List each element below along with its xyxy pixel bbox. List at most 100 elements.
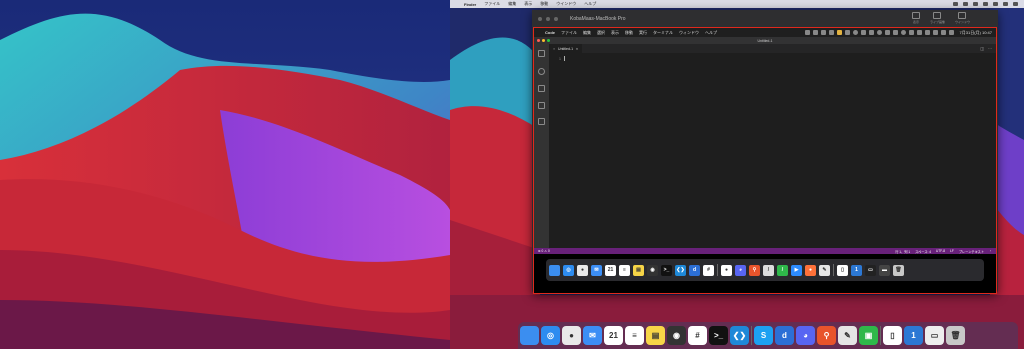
encoding[interactable]: UTF-8 — [936, 249, 945, 254]
dock-mail-icon[interactable]: ✉ — [591, 264, 602, 276]
dock-terminal-icon[interactable]: >_ — [709, 326, 728, 345]
wifi-icon[interactable] — [1003, 2, 1008, 6]
run-debug-icon[interactable] — [538, 102, 545, 109]
status-icon[interactable] — [804, 30, 810, 35]
status-icon[interactable] — [876, 30, 882, 35]
menu-help[interactable]: ヘルプ — [705, 30, 717, 36]
dock-reminders-icon[interactable]: ≡ — [625, 326, 644, 345]
status-icon[interactable] — [916, 30, 922, 35]
warning-icon[interactable] — [836, 30, 842, 35]
tab-close-icon[interactable]: × — [576, 47, 578, 51]
bell-icon[interactable]: ◔ — [989, 249, 991, 254]
tab-untitled-1[interactable]: ≡ Untitled-1 × — [549, 44, 583, 53]
close-window-button[interactable] — [538, 16, 542, 21]
language-mode[interactable]: プレーンテキスト — [959, 249, 984, 254]
status-icon[interactable] — [884, 30, 890, 35]
split-editor-icon[interactable]: ◫ — [980, 46, 984, 51]
dock-activity-icon[interactable]: ◉ — [667, 326, 686, 345]
window-tool-button[interactable]: ウインドウ — [955, 12, 970, 24]
source-control-icon[interactable] — [538, 85, 545, 92]
dock-trash-icon[interactable]: 🗑 — [893, 264, 904, 276]
line-ending[interactable]: LF — [950, 249, 954, 254]
dock-one-pass-icon[interactable]: 1 — [851, 264, 862, 276]
status-icon[interactable] — [908, 30, 914, 35]
status-icon[interactable] — [868, 30, 874, 35]
status-icon[interactable] — [892, 30, 898, 35]
dock-reminders-icon[interactable]: ≡ — [619, 264, 630, 276]
indentation[interactable]: スペース: 4 — [915, 249, 931, 254]
menu-edit[interactable]: 編集 — [508, 1, 516, 7]
status-icon[interactable] — [953, 2, 958, 6]
wifi-icon[interactable] — [932, 30, 938, 35]
status-icon[interactable] — [828, 30, 834, 35]
dock-display-icon[interactable]: ▭ — [925, 326, 944, 345]
dock-screen-icon[interactable]: ▬ — [879, 264, 890, 276]
dock-sourcetree-icon[interactable]: ⚲ — [817, 326, 836, 345]
live-image-tool-button[interactable]: ライブ画像 — [930, 12, 945, 24]
menu-file[interactable]: ファイル — [484, 1, 500, 7]
dock-one-pass-icon[interactable]: 1 — [904, 326, 923, 345]
dock-vscode-icon[interactable]: ❮❯ — [730, 326, 749, 345]
menu-file[interactable]: ファイル — [561, 30, 577, 36]
dock-safari-icon[interactable]: ◎ — [563, 264, 574, 276]
dock-sourcetree-icon[interactable]: ⚲ — [749, 264, 760, 276]
status-icon[interactable] — [844, 30, 850, 35]
remote-screen[interactable]: Code ファイル 編集 選択 表示 移動 実行 ターミナル ウィンドウ ヘルプ — [533, 27, 997, 294]
status-icon[interactable] — [983, 2, 988, 6]
status-icon[interactable] — [852, 30, 858, 35]
status-icon[interactable] — [924, 30, 930, 35]
menu-go[interactable]: 移動 — [625, 30, 633, 36]
dock-activity-icon[interactable]: ◉ — [647, 264, 658, 276]
dock-dict-icon[interactable]: d — [775, 326, 794, 345]
status-icon[interactable] — [963, 2, 968, 6]
control-center-icon[interactable] — [948, 30, 954, 35]
dock-finder-icon[interactable] — [520, 326, 539, 345]
dock-zoom-icon[interactable]: ▶ — [791, 264, 802, 276]
dock-chrome-icon[interactable]: ● — [577, 264, 588, 276]
menubar-clock[interactable]: 7月31日(月) 10:47 — [960, 30, 992, 36]
menu-terminal[interactable]: ターミナル — [653, 30, 673, 36]
view-tool-button[interactable]: 表示 — [911, 12, 920, 24]
dock-bee-icon[interactable]: ● — [721, 264, 732, 276]
menu-run[interactable]: 実行 — [639, 30, 647, 36]
search-icon[interactable] — [940, 30, 946, 35]
more-actions-icon[interactable]: ⋯ — [988, 46, 992, 51]
dock-scripts-icon[interactable]: ✎ — [819, 264, 830, 276]
dock-doc-icon[interactable]: ▯ — [883, 326, 902, 345]
problems-indicator[interactable]: ⊗ 0 ⚠ 0 — [538, 249, 550, 253]
dock-display-icon[interactable]: ▭ — [865, 264, 876, 276]
status-icon[interactable] — [993, 2, 998, 6]
dock-pen-icon[interactable]: / — [763, 264, 774, 276]
cursor-position[interactable]: 行 1、列 1 — [895, 249, 910, 254]
dock-green-app-icon[interactable]: ▣ — [859, 326, 878, 345]
search-icon[interactable] — [538, 68, 545, 75]
control-center-icon[interactable] — [1013, 2, 1018, 6]
dock-mail-icon[interactable]: ✉ — [583, 326, 602, 345]
dock-terminal-icon[interactable]: >_ — [661, 264, 672, 276]
dock-green-app-icon[interactable]: / — [777, 264, 788, 276]
zoom-window-button[interactable] — [554, 16, 558, 21]
dock-discord-icon[interactable]: ◕ — [796, 326, 815, 345]
extensions-icon[interactable] — [538, 118, 545, 125]
menu-finder[interactable]: Finder — [464, 2, 476, 7]
menu-view[interactable]: 表示 — [524, 1, 532, 7]
dock-discord-icon[interactable]: ◕ — [735, 264, 746, 276]
dock-safari-icon[interactable]: ◎ — [541, 326, 560, 345]
menu-help[interactable]: ヘルプ — [584, 1, 596, 7]
dock-dict-icon[interactable]: d — [689, 264, 700, 276]
status-icon[interactable] — [820, 30, 826, 35]
status-icon[interactable] — [812, 30, 818, 35]
dock-scripts-icon[interactable]: ✎ — [838, 326, 857, 345]
dock-vscode-icon[interactable]: ❮❯ — [675, 264, 686, 276]
status-icon[interactable] — [973, 2, 978, 6]
status-icon[interactable] — [860, 30, 866, 35]
dock-skype-icon[interactable]: S — [754, 326, 773, 345]
dock-notes-icon[interactable]: ▤ — [646, 326, 665, 345]
menu-window[interactable]: ウィンドウ — [679, 30, 699, 36]
files-icon[interactable] — [538, 50, 545, 57]
dock-trash-icon[interactable]: 🗑 — [946, 326, 965, 345]
dock-calendar-icon[interactable]: 21 — [604, 326, 623, 345]
dock-notes-icon[interactable]: ▤ — [633, 264, 644, 276]
dock-doc-icon[interactable]: ▯ — [837, 264, 848, 276]
menu-window[interactable]: ウインドウ — [556, 1, 576, 7]
